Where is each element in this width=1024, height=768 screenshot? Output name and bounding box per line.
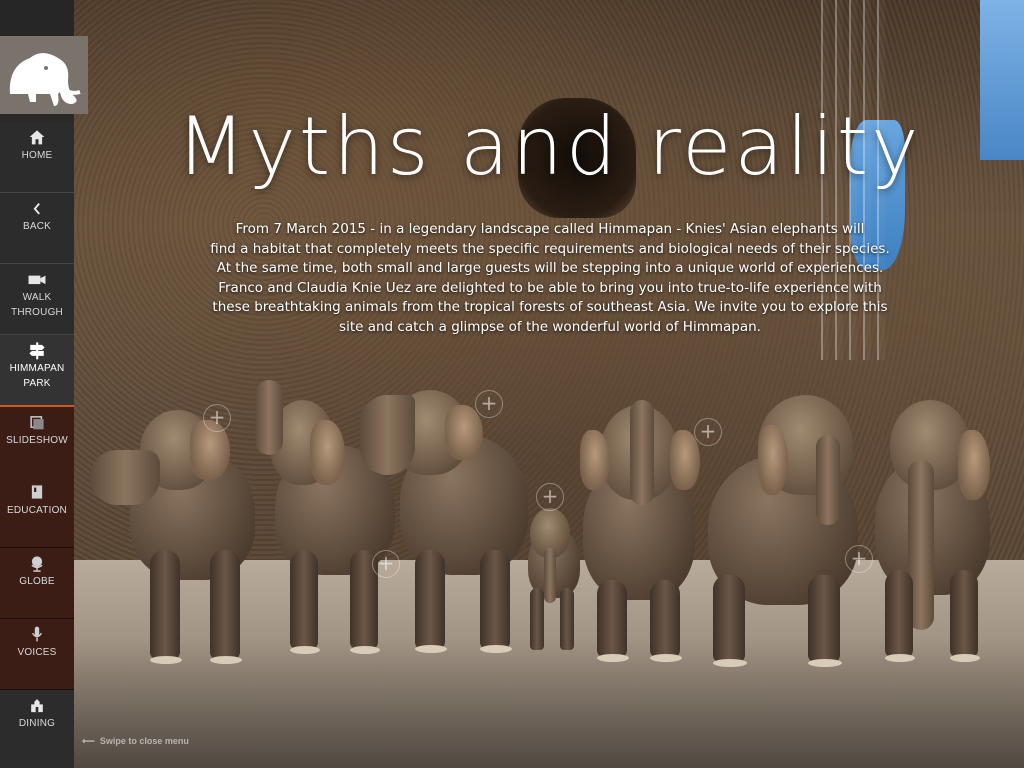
sidebar-item-label: HOME bbox=[21, 150, 53, 161]
slideshow-icon bbox=[30, 416, 44, 430]
globe-icon bbox=[31, 556, 43, 572]
hotspot-plus-icon[interactable]: + bbox=[536, 483, 564, 511]
elephant-hotspot[interactable] bbox=[870, 400, 995, 662]
sidebar-item-label: EDUCATION bbox=[7, 505, 67, 516]
sidebar-item-label: VOICES bbox=[17, 647, 57, 658]
video-camera-icon bbox=[28, 275, 46, 285]
intro-line: At the same time, both small and large g… bbox=[216, 260, 884, 276]
sidebar-item-himmapan-park[interactable]: HIMMAPAN PARK bbox=[0, 335, 74, 407]
hotspot-plus-icon[interactable]: + bbox=[372, 550, 400, 578]
intro-line: From 7 March 2015 - in a legendary lands… bbox=[235, 221, 865, 237]
intro-line: site and catch a glimpse of the wonderfu… bbox=[339, 318, 761, 335]
elephant-hotspot[interactable] bbox=[698, 395, 863, 667]
book-icon bbox=[31, 485, 43, 499]
sidebar-item-label: WALK bbox=[22, 292, 52, 303]
sidebar-item-walk-through[interactable]: WALK THROUGH bbox=[0, 264, 74, 335]
sidebar-item-education[interactable]: EDUCATION bbox=[0, 477, 74, 548]
swipe-hint-label: Swipe to close menu bbox=[99, 736, 189, 746]
elephant-hotspot[interactable] bbox=[575, 400, 700, 662]
sidebar-item-label: THROUGH bbox=[11, 307, 63, 318]
mammoth-logo[interactable] bbox=[0, 36, 88, 114]
intro-line: find a habitat that completely meets the… bbox=[210, 240, 890, 257]
swipe-hint: ⟵ Swipe to close menu bbox=[82, 736, 189, 747]
elephant-hotspot[interactable] bbox=[90, 410, 265, 670]
page-headline: Myths and reality bbox=[176, 100, 922, 193]
sidebar-item-globe[interactable]: GLOBE bbox=[0, 548, 74, 619]
hotspot-plus-icon[interactable]: + bbox=[694, 418, 722, 446]
sidebar-item-label: GLOBE bbox=[19, 576, 55, 587]
sidebar-item-label: PARK bbox=[23, 378, 51, 389]
dining-icon bbox=[31, 699, 43, 713]
sidebar-item-voices[interactable]: VOICES bbox=[0, 619, 74, 690]
intro-paragraph: From 7 March 2015 - in a legendary lands… bbox=[170, 220, 930, 337]
hotspot-plus-icon[interactable]: + bbox=[203, 404, 231, 432]
chevron-left-icon bbox=[33, 202, 40, 215]
hotspot-plus-icon[interactable]: + bbox=[475, 390, 503, 418]
sidebar-item-label: HIMMAPAN bbox=[9, 363, 65, 374]
mammoth-logo-icon bbox=[9, 53, 81, 106]
baby-elephant-hotspot[interactable] bbox=[520, 508, 582, 653]
microphone-icon bbox=[31, 626, 43, 642]
swipe-arrow-icon: ⟵ bbox=[82, 736, 95, 746]
signpost-icon bbox=[29, 342, 45, 360]
home-icon bbox=[29, 130, 45, 145]
sidebar-item-home[interactable]: HOME bbox=[0, 122, 74, 193]
intro-line: these breathtaking animals from the trop… bbox=[212, 299, 888, 315]
hotspot-plus-icon[interactable]: + bbox=[845, 545, 873, 573]
sidebar-menu: HOME BACK WALK THROUGH HIMMAPAN PARK SLI… bbox=[0, 0, 74, 768]
elephant-hotspot[interactable] bbox=[360, 385, 530, 655]
sidebar-item-label: SLIDESHOW bbox=[6, 435, 68, 446]
intro-line: Franco and Claudia Knie Uez are delighte… bbox=[218, 279, 882, 296]
sidebar-item-dining[interactable]: DINING bbox=[0, 690, 74, 768]
sidebar-item-slideshow[interactable]: SLIDESHOW bbox=[0, 407, 74, 478]
sidebar-item-back[interactable]: BACK bbox=[0, 193, 74, 264]
sidebar-item-label: BACK bbox=[22, 221, 52, 232]
sidebar-item-label: DINING bbox=[18, 718, 56, 729]
